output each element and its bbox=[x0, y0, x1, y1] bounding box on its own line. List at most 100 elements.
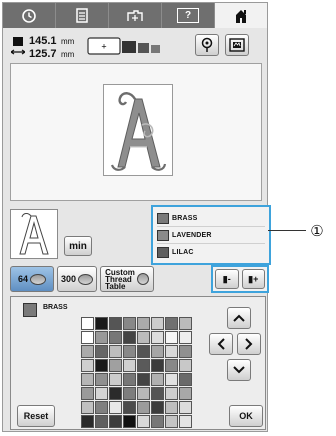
ok-button[interactable]: OK bbox=[229, 405, 263, 427]
top-tab-bar: ? bbox=[3, 3, 267, 28]
palette-color-cell[interactable] bbox=[95, 345, 108, 358]
palette-color-cell[interactable] bbox=[109, 387, 122, 400]
color-order-buttons: ▮- ▮+ bbox=[211, 265, 269, 293]
palette-color-cell[interactable] bbox=[165, 345, 178, 358]
palette-color-cell[interactable] bbox=[179, 359, 192, 372]
color-list-item[interactable]: LILAC bbox=[157, 244, 265, 261]
palette-color-cell[interactable] bbox=[95, 331, 108, 344]
palette-color-cell[interactable] bbox=[95, 317, 108, 330]
palette-color-cell[interactable] bbox=[179, 387, 192, 400]
palette-color-cell[interactable] bbox=[81, 331, 94, 344]
scroll-up-button[interactable] bbox=[227, 307, 251, 329]
palette-color-cell[interactable] bbox=[109, 331, 122, 344]
palette-color-cell[interactable] bbox=[165, 415, 178, 428]
palette-color-cell[interactable] bbox=[123, 401, 136, 414]
palette-color-cell[interactable] bbox=[165, 331, 178, 344]
reset-button[interactable]: Reset bbox=[17, 405, 55, 427]
palette-color-cell[interactable] bbox=[151, 331, 164, 344]
palette-color-cell[interactable] bbox=[179, 331, 192, 344]
palette-color-cell[interactable] bbox=[165, 373, 178, 386]
palette-color-cell[interactable] bbox=[137, 345, 150, 358]
custom-thread-table-button[interactable]: Custom Thread Table bbox=[100, 266, 154, 292]
palette-color-cell[interactable] bbox=[81, 415, 94, 428]
palette-color-cell[interactable] bbox=[151, 373, 164, 386]
help-tab[interactable]: ? bbox=[162, 3, 215, 28]
palette-color-cell[interactable] bbox=[81, 401, 94, 414]
clock-icon bbox=[22, 8, 36, 23]
thread-swatch-3 bbox=[157, 247, 169, 258]
palette-color-cell[interactable] bbox=[151, 387, 164, 400]
scroll-down-button[interactable] bbox=[227, 359, 251, 381]
palette-color-cell[interactable] bbox=[165, 317, 178, 330]
palette-color-cell[interactable] bbox=[109, 359, 122, 372]
palette-color-cell[interactable] bbox=[137, 401, 150, 414]
fullscreen-preview-button[interactable] bbox=[225, 34, 249, 56]
palette-color-cell[interactable] bbox=[137, 387, 150, 400]
move-color-up-button[interactable]: ▮- bbox=[215, 269, 239, 289]
palette-color-cell[interactable] bbox=[95, 415, 108, 428]
palette-color-cell[interactable] bbox=[95, 373, 108, 386]
palette-color-cell[interactable] bbox=[179, 317, 192, 330]
thread-brand-selector: 64 300 Custom Thread Table bbox=[10, 266, 154, 292]
move-color-down-button[interactable]: ▮+ bbox=[241, 269, 265, 289]
document-icon bbox=[76, 8, 88, 23]
palette-color-cell[interactable] bbox=[81, 359, 94, 372]
machine-settings-tab[interactable] bbox=[109, 3, 162, 28]
palette-color-cell[interactable] bbox=[137, 359, 150, 372]
brand-64-button[interactable]: 64 bbox=[10, 266, 54, 292]
palette-color-cell[interactable] bbox=[123, 373, 136, 386]
palette-color-cell[interactable] bbox=[123, 359, 136, 372]
brand-300-button[interactable]: 300 bbox=[57, 266, 97, 292]
palette-color-cell[interactable] bbox=[179, 345, 192, 358]
palette-color-cell[interactable] bbox=[137, 373, 150, 386]
palette-color-cell[interactable] bbox=[137, 415, 150, 428]
palette-color-cell[interactable] bbox=[165, 359, 178, 372]
color-list-item[interactable]: BRASS bbox=[157, 210, 265, 227]
palette-color-cell[interactable] bbox=[109, 415, 122, 428]
palette-color-cell[interactable] bbox=[95, 359, 108, 372]
palette-color-cell[interactable] bbox=[81, 317, 94, 330]
palette-color-cell[interactable] bbox=[151, 415, 164, 428]
palette-color-cell[interactable] bbox=[179, 401, 192, 414]
palette-color-cell[interactable] bbox=[165, 387, 178, 400]
min-button[interactable]: min bbox=[64, 236, 92, 256]
palette-color-cell[interactable] bbox=[151, 359, 164, 372]
clock-tab[interactable] bbox=[3, 3, 56, 28]
palette-color-cell[interactable] bbox=[109, 345, 122, 358]
svg-text:+: + bbox=[101, 42, 106, 52]
embroidery-color-screen: ? 145.1 mm 125.7 mm + min BRASS LAVENDER… bbox=[2, 2, 271, 432]
design-frame bbox=[103, 84, 173, 176]
palette-color-cell[interactable] bbox=[123, 331, 136, 344]
palette-color-cell[interactable] bbox=[179, 373, 192, 386]
palette-color-cell[interactable] bbox=[151, 401, 164, 414]
palette-color-cell[interactable] bbox=[137, 317, 150, 330]
palette-color-cell[interactable] bbox=[165, 401, 178, 414]
home-tab[interactable] bbox=[215, 3, 267, 28]
palette-color-cell[interactable] bbox=[151, 345, 164, 358]
document-tab[interactable] bbox=[56, 3, 109, 28]
palette-color-cell[interactable] bbox=[81, 373, 94, 386]
brand-300-label: 300 bbox=[61, 273, 77, 284]
hoop-size-indicator: + bbox=[87, 37, 160, 55]
palette-color-cell[interactable] bbox=[95, 401, 108, 414]
embroidery-size-readout: 145.1 mm 125.7 mm bbox=[11, 34, 74, 60]
palette-color-cell[interactable] bbox=[151, 317, 164, 330]
palette-color-cell[interactable] bbox=[123, 415, 136, 428]
scroll-left-button[interactable] bbox=[209, 333, 233, 355]
palette-color-cell[interactable] bbox=[123, 387, 136, 400]
palette-color-cell[interactable] bbox=[137, 331, 150, 344]
palette-color-cell[interactable] bbox=[123, 345, 136, 358]
height-unit: mm bbox=[60, 37, 75, 46]
letter-a-design-image bbox=[110, 92, 167, 171]
palette-color-cell[interactable] bbox=[179, 415, 192, 428]
palette-color-cell[interactable] bbox=[109, 373, 122, 386]
palette-color-cell[interactable] bbox=[109, 317, 122, 330]
color-list-item[interactable]: LAVENDER bbox=[157, 227, 265, 244]
palette-color-cell[interactable] bbox=[81, 387, 94, 400]
scroll-right-button[interactable] bbox=[237, 333, 261, 355]
palette-color-cell[interactable] bbox=[109, 401, 122, 414]
palette-color-cell[interactable] bbox=[95, 387, 108, 400]
palette-color-cell[interactable] bbox=[123, 317, 136, 330]
magnify-button[interactable] bbox=[195, 34, 219, 56]
palette-color-cell[interactable] bbox=[81, 345, 94, 358]
